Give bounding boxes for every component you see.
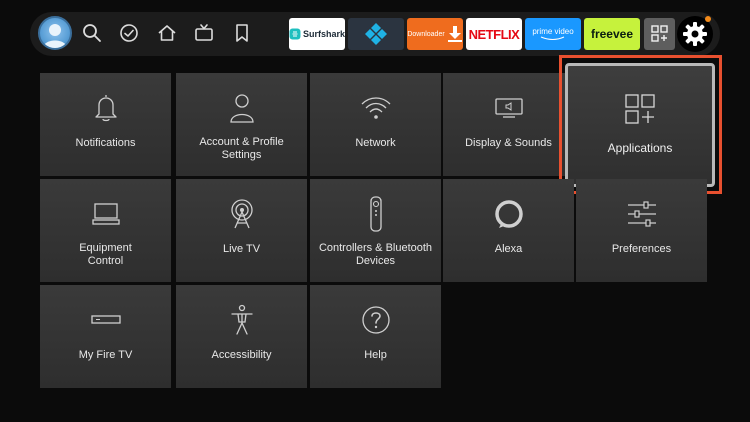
surfshark-label: Surfshark bbox=[302, 29, 345, 39]
remote-control-icon bbox=[310, 196, 441, 232]
tile-label: Controllers & Bluetooth Devices bbox=[318, 242, 433, 267]
tile-label: Display & Sounds bbox=[465, 137, 552, 149]
tile-label: Alexa bbox=[494, 243, 523, 255]
tile-display-sounds[interactable]: Display & Sounds bbox=[443, 73, 574, 176]
tile-notifications[interactable]: Notifications bbox=[40, 73, 171, 176]
netflix-label: NETFLIX bbox=[468, 26, 520, 42]
tile-label: Notifications bbox=[75, 137, 136, 149]
tile-label: Account & Profile Settings bbox=[199, 136, 284, 161]
tile-label: Preferences bbox=[611, 243, 672, 255]
tile-label: My Fire TV bbox=[78, 349, 133, 361]
freevee-label: freevee bbox=[590, 27, 634, 41]
sliders-icon bbox=[576, 197, 707, 231]
download-arrow-icon bbox=[447, 26, 462, 42]
tile-controllers-bluetooth-devices[interactable]: Controllers & Bluetooth Devices bbox=[310, 179, 441, 282]
tile-preferences[interactable]: Preferences bbox=[576, 179, 707, 282]
tile-live-tv[interactable]: Live TV bbox=[176, 179, 307, 282]
tile-equipment-control[interactable]: Equipment Control bbox=[40, 179, 171, 282]
fire-tv-settings-screen: Surfshark Downloader NETFLIX prime video… bbox=[0, 0, 750, 422]
tile-label: Accessibility bbox=[211, 349, 272, 361]
tile-account-profile-settings[interactable]: Account & Profile Settings bbox=[176, 73, 307, 176]
alexa-ring-icon bbox=[443, 197, 574, 231]
wifi-icon bbox=[310, 91, 441, 125]
downloader-app-tile[interactable]: Downloader bbox=[407, 18, 463, 50]
prime-video-label: prime video bbox=[532, 27, 574, 36]
bookmark-icon[interactable] bbox=[231, 22, 253, 44]
tile-label: Network bbox=[355, 137, 396, 149]
person-icon bbox=[176, 91, 307, 125]
fire-tv-device-icon bbox=[40, 303, 171, 337]
tile-label: Help bbox=[364, 349, 387, 361]
tile-help[interactable]: Help bbox=[310, 285, 441, 388]
prime-smile-icon bbox=[540, 36, 565, 40]
home-icon[interactable] bbox=[156, 22, 178, 44]
notification-dot bbox=[705, 16, 711, 22]
antenna-icon bbox=[176, 197, 307, 231]
tile-alexa[interactable]: Alexa bbox=[443, 179, 574, 282]
display-speaker-icon bbox=[443, 91, 574, 125]
tile-my-fire-tv[interactable]: My Fire TV bbox=[40, 285, 171, 388]
kodi-app-tile[interactable] bbox=[348, 18, 404, 50]
app-library-tile[interactable] bbox=[644, 18, 675, 50]
accessibility-person-icon bbox=[176, 303, 307, 337]
freevee-app-tile[interactable]: freevee bbox=[584, 18, 640, 50]
check-circle-icon[interactable] bbox=[118, 22, 140, 44]
tile-accessibility[interactable]: Accessibility bbox=[176, 285, 307, 388]
app-grid-icon bbox=[650, 25, 668, 42]
prime-video-app-tile[interactable]: prime video bbox=[525, 18, 581, 50]
search-icon[interactable] bbox=[81, 22, 103, 44]
tv-icon[interactable] bbox=[193, 22, 215, 44]
kodi-logo-icon bbox=[365, 23, 387, 45]
tile-network[interactable]: Network bbox=[310, 73, 441, 176]
gear-icon bbox=[683, 22, 707, 46]
question-circle-icon bbox=[310, 303, 441, 337]
netflix-app-tile[interactable]: NETFLIX bbox=[466, 18, 522, 50]
downloader-label: Downloader bbox=[407, 30, 445, 38]
tile-label: Equipment Control bbox=[79, 242, 132, 267]
tile-label: Live TV bbox=[222, 243, 261, 255]
bell-icon bbox=[40, 91, 171, 125]
surfshark-app-tile[interactable]: Surfshark bbox=[289, 18, 345, 50]
highlight-annotation-box bbox=[559, 55, 722, 194]
equipment-tv-icon bbox=[40, 197, 171, 231]
profile-avatar-icon[interactable] bbox=[38, 16, 72, 50]
